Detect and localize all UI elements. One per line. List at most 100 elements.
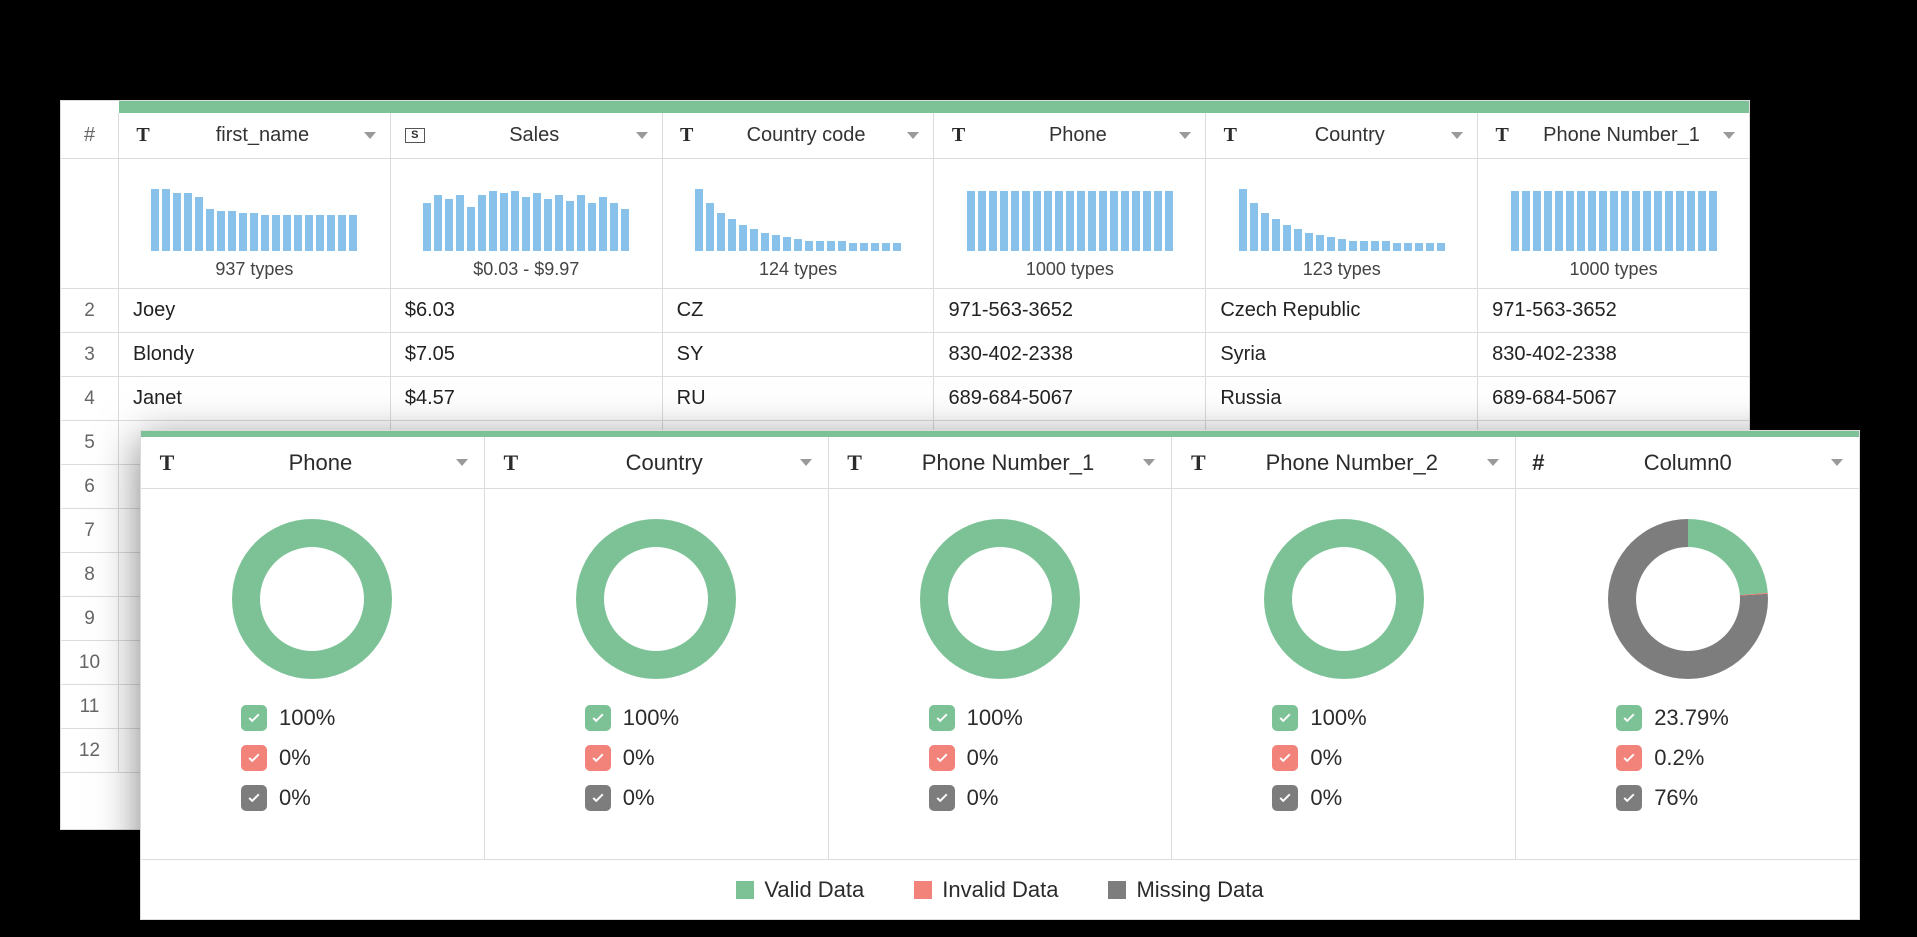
table-cell[interactable]: 830-402-2338 [934, 333, 1206, 376]
table-cell[interactable]: Blondy [119, 333, 391, 376]
dropdown-caret-icon[interactable] [1179, 132, 1191, 139]
table-row[interactable]: 4Janet$4.57RU689-684-5067Russia689-684-5… [61, 377, 1749, 421]
table-cell[interactable]: Joey [119, 289, 391, 332]
check-valid-icon [1272, 705, 1298, 731]
row-number: 11 [61, 685, 119, 728]
quality-donut-chart[interactable] [1264, 519, 1424, 679]
quality-column-header[interactable]: TPhone [141, 437, 485, 488]
dropdown-caret-icon[interactable] [364, 132, 376, 139]
table-cell[interactable]: $4.57 [391, 377, 663, 420]
quality-donut-chart[interactable] [920, 519, 1080, 679]
histogram-label: $0.03 - $9.97 [473, 259, 579, 280]
dropdown-caret-icon[interactable] [1143, 459, 1155, 466]
quality-column-header[interactable]: #Column0 [1516, 437, 1859, 488]
dropdown-caret-icon[interactable] [800, 459, 812, 466]
stat-missing: 0% [929, 785, 1023, 811]
table-cell[interactable]: 971-563-3652 [1478, 289, 1749, 332]
stat-valid: 23.79% [1616, 705, 1729, 731]
column-name: Sales [433, 124, 636, 147]
column-header[interactable]: SSales [391, 113, 663, 158]
column-header[interactable]: Tfirst_name [119, 113, 391, 158]
quality-column-name: Phone [185, 450, 456, 476]
check-invalid-icon [241, 745, 267, 771]
quality-donut-chart[interactable] [576, 519, 736, 679]
table-cell[interactable]: Czech Republic [1206, 289, 1478, 332]
column-name: Phone [976, 124, 1179, 147]
legend-invalid-label: Invalid Data [942, 877, 1058, 903]
type-text-icon: T [1188, 450, 1208, 476]
dropdown-caret-icon[interactable] [1831, 459, 1843, 466]
histogram-label: 123 types [1303, 259, 1381, 280]
histogram-cell[interactable]: 1000 types [934, 159, 1206, 288]
quality-cell: 100%0%0% [829, 489, 1173, 859]
dropdown-caret-icon[interactable] [907, 132, 919, 139]
stat-valid: 100% [241, 705, 335, 731]
table-cell[interactable]: 830-402-2338 [1478, 333, 1749, 376]
row-number: 5 [61, 421, 119, 464]
quality-column-header[interactable]: T Phone Number_2 [1172, 437, 1516, 488]
table-cell[interactable]: 689-684-5067 [1478, 377, 1749, 420]
table-row[interactable]: 2Joey$6.03CZ971-563-3652Czech Republic97… [61, 289, 1749, 333]
table-cell[interactable]: $6.03 [391, 289, 663, 332]
legend-missing-label: Missing Data [1136, 877, 1263, 903]
row-number: 4 [61, 377, 119, 420]
column-header[interactable]: TPhone Number_1 [1478, 113, 1749, 158]
table-row[interactable]: 3Blondy$7.05SY830-402-2338Syria830-402-2… [61, 333, 1749, 377]
type-text-icon: T [845, 450, 865, 476]
dropdown-caret-icon[interactable] [1487, 459, 1499, 466]
quality-donut-chart[interactable] [232, 519, 392, 679]
stat-invalid: 0% [241, 745, 335, 771]
column-header[interactable]: TPhone [934, 113, 1206, 158]
dropdown-caret-icon[interactable] [1451, 132, 1463, 139]
row-number: 9 [61, 597, 119, 640]
column-header[interactable]: TCountry code [663, 113, 935, 158]
stat-invalid-value: 0% [279, 745, 311, 771]
histogram-cell[interactable]: 1000 types [1478, 159, 1749, 288]
grid-accent-strip [119, 101, 1749, 113]
check-valid-icon [585, 705, 611, 731]
dropdown-caret-icon[interactable] [456, 459, 468, 466]
table-cell[interactable]: $7.05 [391, 333, 663, 376]
table-cell[interactable]: 689-684-5067 [934, 377, 1206, 420]
row-number-header: # [61, 113, 119, 158]
stat-valid-value: 100% [279, 705, 335, 731]
dropdown-caret-icon[interactable] [636, 132, 648, 139]
histogram-cell[interactable]: $0.03 - $9.97 [391, 159, 663, 288]
dropdown-caret-icon[interactable] [1723, 132, 1735, 139]
column-header-row: # Tfirst_nameSSalesTCountry codeTPhoneTC… [61, 113, 1749, 159]
histogram-label: 1000 types [1570, 259, 1658, 280]
table-cell[interactable]: RU [663, 377, 935, 420]
check-missing-icon [1272, 785, 1298, 811]
histogram-cell[interactable]: 124 types [663, 159, 935, 288]
table-cell[interactable]: Janet [119, 377, 391, 420]
table-cell[interactable]: CZ [663, 289, 935, 332]
check-missing-icon [241, 785, 267, 811]
column-header[interactable]: TCountry [1206, 113, 1478, 158]
table-cell[interactable]: SY [663, 333, 935, 376]
quality-column-name: Phone Number_2 [1216, 450, 1487, 476]
histogram-cell[interactable]: 937 types [119, 159, 391, 288]
swatch-invalid [914, 881, 932, 899]
histogram-bars [695, 181, 901, 251]
quality-donut-chart[interactable] [1608, 519, 1768, 679]
table-cell[interactable]: Russia [1206, 377, 1478, 420]
table-cell[interactable]: Syria [1206, 333, 1478, 376]
histogram-bars [423, 181, 629, 251]
check-missing-icon [585, 785, 611, 811]
stat-valid-value: 23.79% [1654, 705, 1729, 731]
quality-cell: 23.79%0.2%76% [1516, 489, 1859, 859]
quality-column-header[interactable]: TPhone Number_1 [829, 437, 1173, 488]
check-valid-icon [241, 705, 267, 731]
histogram-cell[interactable]: 123 types [1206, 159, 1478, 288]
quality-stats: 100%0%0% [1272, 705, 1366, 811]
quality-column-header[interactable]: TCountry [485, 437, 829, 488]
histogram-bars [151, 181, 357, 251]
histogram-label: 937 types [215, 259, 293, 280]
swatch-missing [1108, 881, 1126, 899]
row-number: 10 [61, 641, 119, 684]
type-text-icon: T [677, 124, 697, 147]
quality-cell: 100%0%0% [1172, 489, 1516, 859]
table-cell[interactable]: 971-563-3652 [934, 289, 1206, 332]
type-text-icon: T [1220, 124, 1240, 147]
legend-missing: Missing Data [1108, 877, 1263, 903]
